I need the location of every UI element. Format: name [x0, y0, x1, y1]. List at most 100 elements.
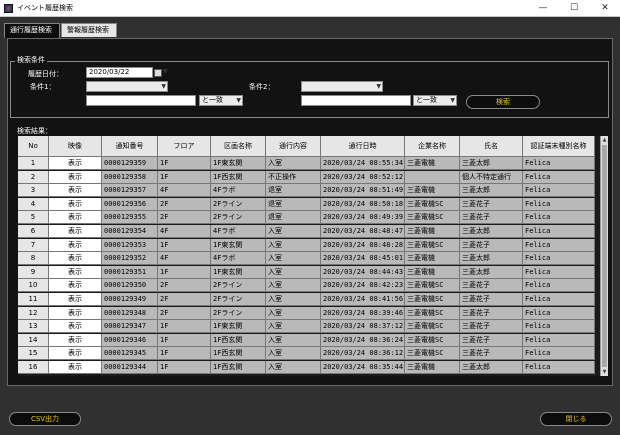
table-cell: 三菱電機	[405, 361, 460, 374]
view-video-button[interactable]: 表示	[49, 279, 102, 293]
view-video-button[interactable]: 表示	[49, 170, 102, 184]
row-number: 6	[18, 225, 49, 238]
table-cell: Felica	[523, 279, 595, 293]
condition2-match-select[interactable]: と一致 ▼	[413, 95, 457, 106]
view-video-button[interactable]: 表示	[49, 252, 102, 266]
table-cell: Felica	[523, 293, 595, 306]
condition1-match-value: と一致	[202, 96, 223, 104]
column-header[interactable]: 氏名	[460, 136, 523, 157]
table-cell: 三菱花子	[460, 238, 523, 252]
column-header[interactable]: 通行内容	[266, 136, 321, 157]
table-cell: Felica	[523, 238, 595, 252]
table-cell: 退室	[266, 197, 321, 211]
scroll-thumb[interactable]	[602, 145, 607, 367]
table-cell: 0000129345	[102, 347, 158, 361]
view-video-button[interactable]: 表示	[49, 361, 102, 374]
table-cell: 1F	[158, 238, 211, 252]
results-label: 検索結果：	[17, 127, 52, 135]
table-cell: 三菱花子	[460, 320, 523, 334]
vertical-scrollbar[interactable]: ▲ ▼	[600, 136, 608, 376]
view-video-button[interactable]: 表示	[49, 197, 102, 211]
table-cell: 三菱太郎	[460, 157, 523, 170]
column-header[interactable]: 映像	[49, 136, 102, 157]
table-cell: Felica	[523, 197, 595, 211]
date-input[interactable]: 2020/03/22	[86, 67, 153, 78]
table-cell: 1F	[158, 157, 211, 170]
chevron-down-icon: ▼	[236, 97, 241, 104]
view-video-button[interactable]: 表示	[49, 320, 102, 334]
table-cell: Felica	[523, 333, 595, 347]
column-header[interactable]: 通行日時	[321, 136, 405, 157]
view-video-button[interactable]: 表示	[49, 333, 102, 347]
column-header[interactable]: 通知番号	[102, 136, 158, 157]
table-cell: 0000129351	[102, 265, 158, 279]
table-cell: 1F東玄関	[211, 238, 266, 252]
search-button[interactable]: 検索	[466, 95, 540, 109]
column-header[interactable]: 認証端末種別名称	[523, 136, 595, 157]
condition2-text-input[interactable]	[301, 95, 411, 106]
chevron-down-icon: ▼	[161, 83, 166, 90]
date-label: 履歴日付：	[28, 70, 63, 78]
table-cell: 2Fライン	[211, 197, 266, 211]
close-button[interactable]: 閉じる	[540, 412, 612, 426]
view-video-button[interactable]: 表示	[49, 238, 102, 252]
maximize-button[interactable]: ☐	[559, 0, 589, 17]
condition1-match-select[interactable]: と一致 ▼	[199, 95, 243, 106]
row-number: 3	[18, 184, 49, 198]
row-number: 7	[18, 238, 49, 252]
view-video-button[interactable]: 表示	[49, 211, 102, 225]
table-cell: 1F東玄関	[211, 157, 266, 170]
table-cell: 0000129348	[102, 306, 158, 320]
table-cell: 三菱電機	[405, 157, 460, 170]
condition1-text-input[interactable]	[86, 95, 196, 106]
row-number: 8	[18, 252, 49, 266]
condition2-select[interactable]: ▼	[301, 81, 383, 92]
table-cell: 2F	[158, 211, 211, 225]
row-number: 12	[18, 306, 49, 320]
table-cell: 2F	[158, 197, 211, 211]
view-video-button[interactable]: 表示	[49, 265, 102, 279]
view-video-button[interactable]: 表示	[49, 306, 102, 320]
table-cell: 0000129344	[102, 361, 158, 374]
tab-access-history[interactable]: 通行履歴検索	[4, 23, 60, 38]
column-header[interactable]: フロア	[158, 136, 211, 157]
condition2-match-value: と一致	[416, 96, 437, 104]
table-cell: 三菱花子	[460, 306, 523, 320]
view-video-button[interactable]: 表示	[49, 347, 102, 361]
table-cell: 三菱電機	[405, 225, 460, 238]
table-cell: Felica	[523, 252, 595, 266]
table-cell: 2020/03/24 08:48:28	[321, 238, 405, 252]
csv-export-button[interactable]: CSV出力	[9, 412, 81, 426]
table-cell: 三菱電機	[405, 184, 460, 198]
close-window-button[interactable]: ✕	[590, 0, 620, 17]
column-header[interactable]: 企業名称	[405, 136, 460, 157]
view-video-button[interactable]: 表示	[49, 184, 102, 198]
table-cell: Felica	[523, 184, 595, 198]
column-header[interactable]: No	[18, 136, 49, 157]
table-cell: 三菱花子	[460, 333, 523, 347]
column-header[interactable]: 区画名称	[211, 136, 266, 157]
view-video-button[interactable]: 表示	[49, 293, 102, 306]
view-video-button[interactable]: 表示	[49, 225, 102, 238]
row-number: 16	[18, 361, 49, 374]
calendar-icon[interactable]	[154, 69, 162, 77]
table-cell: 4F	[158, 225, 211, 238]
app-icon	[4, 4, 13, 13]
minimize-button[interactable]: —	[528, 0, 558, 17]
scroll-down-icon[interactable]: ▼	[601, 368, 608, 376]
table-cell: 三菱電機SC	[405, 306, 460, 320]
table-cell: Felica	[523, 170, 595, 184]
table-cell: Felica	[523, 265, 595, 279]
table-cell: 1F	[158, 361, 211, 374]
view-video-button[interactable]: 表示	[49, 157, 102, 170]
table-cell: 1F西玄関	[211, 361, 266, 374]
condition1-select[interactable]: ▼	[86, 81, 168, 92]
chevron-down-icon[interactable]: ▼	[163, 68, 168, 75]
table-cell: 2Fライン	[211, 306, 266, 320]
table-cell: 1F	[158, 265, 211, 279]
scroll-up-icon[interactable]: ▲	[601, 136, 608, 144]
table-cell: 入室	[266, 279, 321, 293]
table-cell: 4Fラボ	[211, 225, 266, 238]
table-cell: 4Fラボ	[211, 184, 266, 198]
tab-alarm-history[interactable]: 警報履歴検索	[61, 23, 117, 37]
